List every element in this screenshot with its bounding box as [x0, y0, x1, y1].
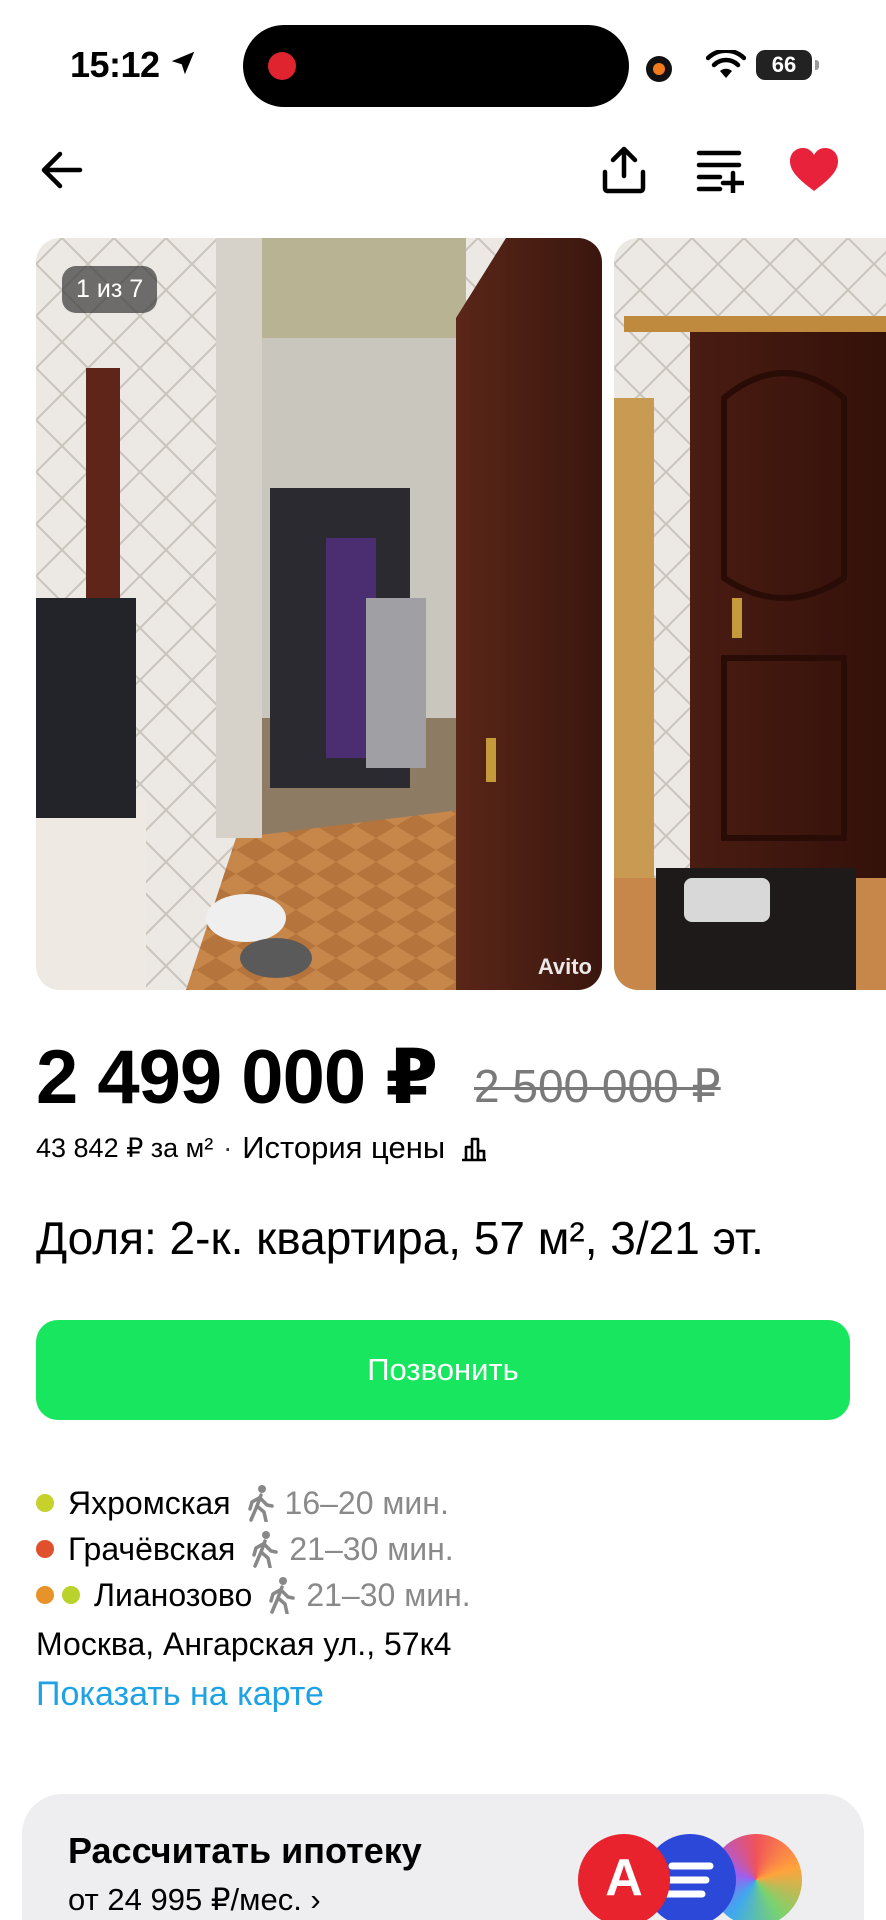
door-photo — [614, 238, 886, 990]
share-icon — [602, 146, 646, 194]
old-price: 2 500 000 ₽ — [474, 1060, 721, 1112]
privacy-indicator-icon — [646, 56, 672, 82]
bar-chart-icon[interactable] — [459, 1133, 489, 1163]
metro-walk-time: 21–30 мин. — [306, 1576, 471, 1613]
mortgage-subtitle: от 24 995 ₽/мес. › — [68, 1882, 321, 1917]
price-history-link[interactable]: История цены — [242, 1128, 445, 1168]
recording-indicator-icon — [268, 52, 296, 80]
metro-station: Грачёвская 21–30 мин. — [36, 1526, 850, 1572]
share-button[interactable] — [592, 138, 656, 202]
listing-title: Доля: 2-к. квартира, 57 м², 3/21 эт. — [36, 1212, 764, 1264]
metro-station: Яхромская 16–20 мин. — [36, 1480, 850, 1526]
favorite-button[interactable] — [782, 138, 846, 202]
compare-list-icon — [696, 150, 744, 193]
walking-icon — [269, 1577, 296, 1614]
metro-line-dot — [36, 1494, 54, 1512]
call-button[interactable]: Позвонить — [36, 1320, 850, 1420]
metro-walk-time: 16–20 мин. — [284, 1484, 449, 1521]
metro-line-dot — [62, 1586, 80, 1604]
metro-walk-time: 21–30 мин. — [289, 1530, 454, 1567]
wifi-icon — [706, 50, 746, 78]
metro-line-dot — [36, 1586, 54, 1604]
price-meta-row: 43 842 ₽ за м² · История цены — [36, 1128, 489, 1168]
photo-gallery[interactable]: 1 из 7 Avito — [0, 238, 886, 990]
walking-icon — [247, 1485, 274, 1522]
price-per-m2: 43 842 ₽ за м² — [36, 1133, 214, 1163]
metro-name: Грачёвская — [68, 1530, 236, 1567]
gallery-photo-main[interactable]: 1 из 7 Avito — [36, 238, 602, 990]
hallway-photo — [36, 238, 602, 990]
avito-watermark: Avito — [537, 954, 592, 979]
metro-line-dot — [36, 1540, 54, 1558]
bank-logo-alfa: А — [578, 1834, 670, 1920]
location-arrow-icon — [171, 51, 195, 75]
status-bar: 15:12 66 — [0, 0, 886, 120]
separator: · — [223, 1133, 233, 1163]
address: Москва, Ангарская ул., 57к4 — [36, 1626, 452, 1662]
compare-button[interactable] — [688, 138, 752, 202]
mortgage-card[interactable]: Рассчитать ипотеку от 24 995 ₽/мес. › А — [22, 1794, 864, 1920]
status-time: 15:12 — [70, 44, 160, 85]
metro-list: Яхромская 16–20 мин. Грачёвская 21–30 ми… — [36, 1480, 850, 1618]
top-nav-bar — [0, 130, 886, 210]
mortgage-title: Рассчитать ипотеку — [68, 1830, 422, 1871]
metro-station: Лианозово 21–30 мин. — [36, 1572, 850, 1618]
battery-indicator: 66 — [756, 50, 819, 80]
metro-name: Лианозово — [94, 1576, 253, 1613]
back-button[interactable] — [30, 138, 94, 202]
photo-counter: 1 из 7 — [62, 266, 158, 313]
gallery-photo-next[interactable] — [614, 238, 886, 990]
show-on-map-link[interactable]: Показать на карте — [36, 1670, 324, 1718]
walking-icon — [252, 1531, 279, 1568]
price: 2 499 000 ₽ — [36, 1035, 438, 1120]
arrow-left-icon — [41, 151, 83, 189]
metro-name: Яхромская — [68, 1484, 231, 1521]
dynamic-island — [243, 25, 629, 107]
heart-filled-icon — [790, 148, 838, 191]
